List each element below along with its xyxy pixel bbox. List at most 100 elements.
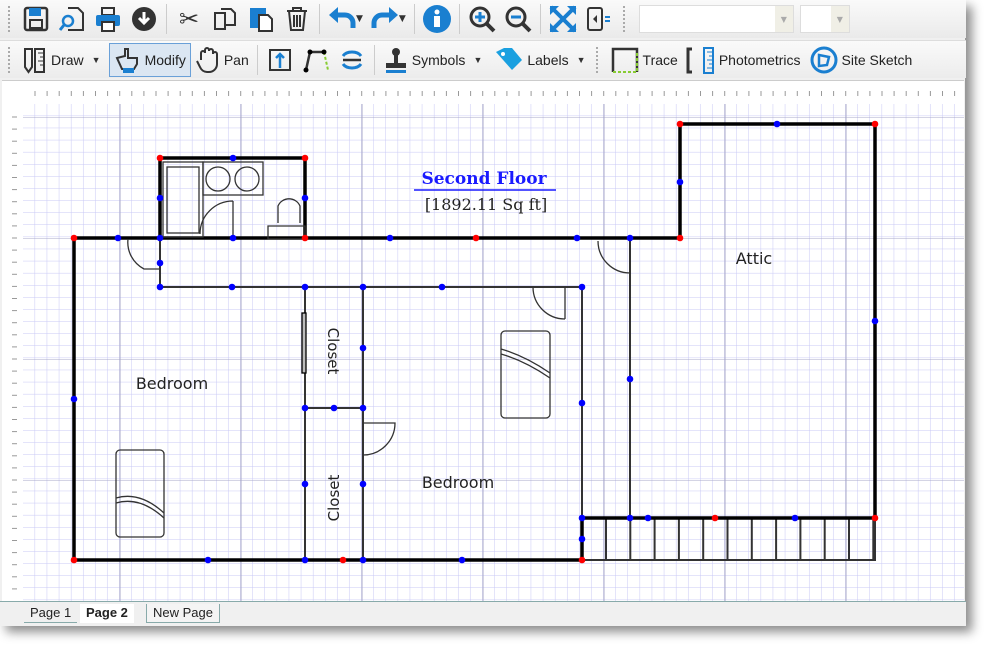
delete-icon[interactable] [279, 2, 315, 36]
mid-node[interactable] [791, 514, 799, 522]
layer-combo[interactable]: ▼ [638, 5, 794, 33]
redo-icon[interactable] [367, 2, 403, 36]
corner-node[interactable] [871, 120, 879, 128]
tab-page-1[interactable]: Page 1 [24, 604, 78, 623]
mid-node[interactable] [578, 535, 586, 543]
mid-node[interactable] [626, 375, 634, 383]
download-icon[interactable] [126, 2, 162, 36]
corner-node[interactable] [70, 234, 78, 242]
mid-node[interactable] [438, 283, 446, 291]
symbols-dropdown[interactable]: ▼ [473, 55, 482, 65]
mid-node[interactable] [644, 514, 652, 522]
pan-button[interactable]: Pan [191, 43, 253, 77]
corner-node[interactable] [156, 154, 164, 162]
mid-node[interactable] [301, 480, 309, 488]
mid-node[interactable] [301, 404, 309, 412]
info-icon[interactable] [419, 2, 455, 36]
undo-icon[interactable] [324, 2, 360, 36]
scale-combo[interactable]: ▼ [799, 5, 850, 33]
mid-node[interactable] [359, 283, 367, 291]
photometrics-button[interactable]: Photometrics [682, 43, 805, 77]
print-preview-icon[interactable] [54, 2, 90, 36]
save-icon[interactable] [18, 2, 54, 36]
corner-node[interactable] [578, 556, 586, 564]
drawing-canvas[interactable]: Second Floor [1892.11 Sq ft] Bedroom Bed… [2, 80, 965, 603]
tab-page-2[interactable]: Page 2 [80, 604, 134, 623]
area-label[interactable]: [1892.11 Sq ft] [425, 195, 547, 214]
mid-node[interactable] [578, 399, 586, 407]
bend-wall-icon[interactable] [298, 43, 334, 77]
cut-icon[interactable]: ✂ [171, 2, 207, 36]
room-label-bedroom-left[interactable]: Bedroom [136, 374, 208, 393]
site-sketch-button[interactable]: Site Sketch [805, 43, 917, 77]
draw-button[interactable]: Draw ▼ [18, 43, 109, 77]
stamp-icon [385, 47, 406, 73]
print-icon[interactable] [90, 2, 126, 36]
room-label-closet-bottom[interactable]: Closet [325, 475, 343, 522]
mid-node[interactable] [156, 283, 164, 291]
swap-icon[interactable] [334, 43, 370, 77]
redo-dropdown[interactable]: ▼ [399, 14, 406, 24]
modify-button[interactable]: Modify [108, 42, 191, 77]
mid-node[interactable] [156, 194, 164, 202]
mid-node[interactable] [578, 283, 586, 291]
mid-node[interactable] [573, 234, 581, 242]
mid-node[interactable] [229, 234, 237, 242]
extend-wall-icon[interactable] [262, 43, 298, 77]
room-label-closet-top[interactable]: Closet [324, 328, 342, 375]
mid-node[interactable] [330, 404, 338, 412]
toolbar-grip[interactable] [622, 6, 627, 32]
drawing-title[interactable]: Second Floor [421, 169, 547, 189]
labels-button[interactable]: Labels ▼ [490, 43, 593, 77]
mid-node[interactable] [386, 234, 394, 242]
room-label-bedroom-center[interactable]: Bedroom [422, 473, 494, 492]
mid-node[interactable] [626, 234, 634, 242]
trace-button[interactable]: Trace [606, 43, 682, 77]
corner-node[interactable] [301, 234, 309, 242]
undo-dropdown[interactable]: ▼ [356, 14, 363, 24]
mid-node[interactable] [359, 404, 367, 412]
mid-node[interactable] [578, 514, 586, 522]
mid-node[interactable] [204, 556, 212, 564]
mid-node[interactable] [229, 154, 237, 162]
mid-node[interactable] [871, 317, 879, 325]
mid-node[interactable] [359, 344, 367, 352]
symbols-button[interactable]: Symbols ▼ [379, 43, 491, 77]
zoom-out-icon[interactable] [500, 2, 536, 36]
mid-node[interactable] [301, 194, 309, 202]
mid-node[interactable] [676, 178, 684, 186]
corner-node[interactable] [676, 234, 684, 242]
corner-node[interactable] [70, 556, 78, 564]
mid-node[interactable] [773, 120, 781, 128]
paste-icon[interactable] [243, 2, 279, 36]
mid-node[interactable] [70, 395, 78, 403]
panel-toggle-icon[interactable] [581, 2, 617, 36]
toolbar-grip[interactable] [8, 6, 12, 32]
room-label-attic[interactable]: Attic [736, 249, 772, 268]
mid-node[interactable] [228, 283, 236, 291]
mid-node[interactable] [156, 234, 164, 242]
mid-node[interactable] [301, 556, 309, 564]
mid-node[interactable] [458, 556, 466, 564]
floor-plan[interactable]: Second Floor [1892.11 Sq ft] Bedroom Bed… [2, 81, 965, 603]
corner-node[interactable] [472, 234, 480, 242]
mid-node[interactable] [359, 556, 367, 564]
fit-icon[interactable] [545, 2, 581, 36]
mid-node[interactable] [359, 480, 367, 488]
labels-dropdown[interactable]: ▼ [577, 55, 586, 65]
corner-node[interactable] [711, 514, 719, 522]
corner-node[interactable] [301, 154, 309, 162]
toolbar-grip[interactable] [8, 46, 12, 73]
mid-node[interactable] [114, 234, 122, 242]
corner-node[interactable] [339, 556, 347, 564]
mid-node[interactable] [156, 259, 164, 267]
mid-node[interactable] [301, 283, 309, 291]
mid-node[interactable] [626, 514, 634, 522]
toolbar-grip[interactable] [595, 46, 600, 73]
copy-icon[interactable] [207, 2, 243, 36]
zoom-in-icon[interactable] [464, 2, 500, 36]
draw-dropdown[interactable]: ▼ [92, 55, 101, 65]
corner-node[interactable] [676, 120, 684, 128]
tab-new-page[interactable]: New Page [146, 604, 220, 623]
corner-node[interactable] [871, 514, 879, 522]
